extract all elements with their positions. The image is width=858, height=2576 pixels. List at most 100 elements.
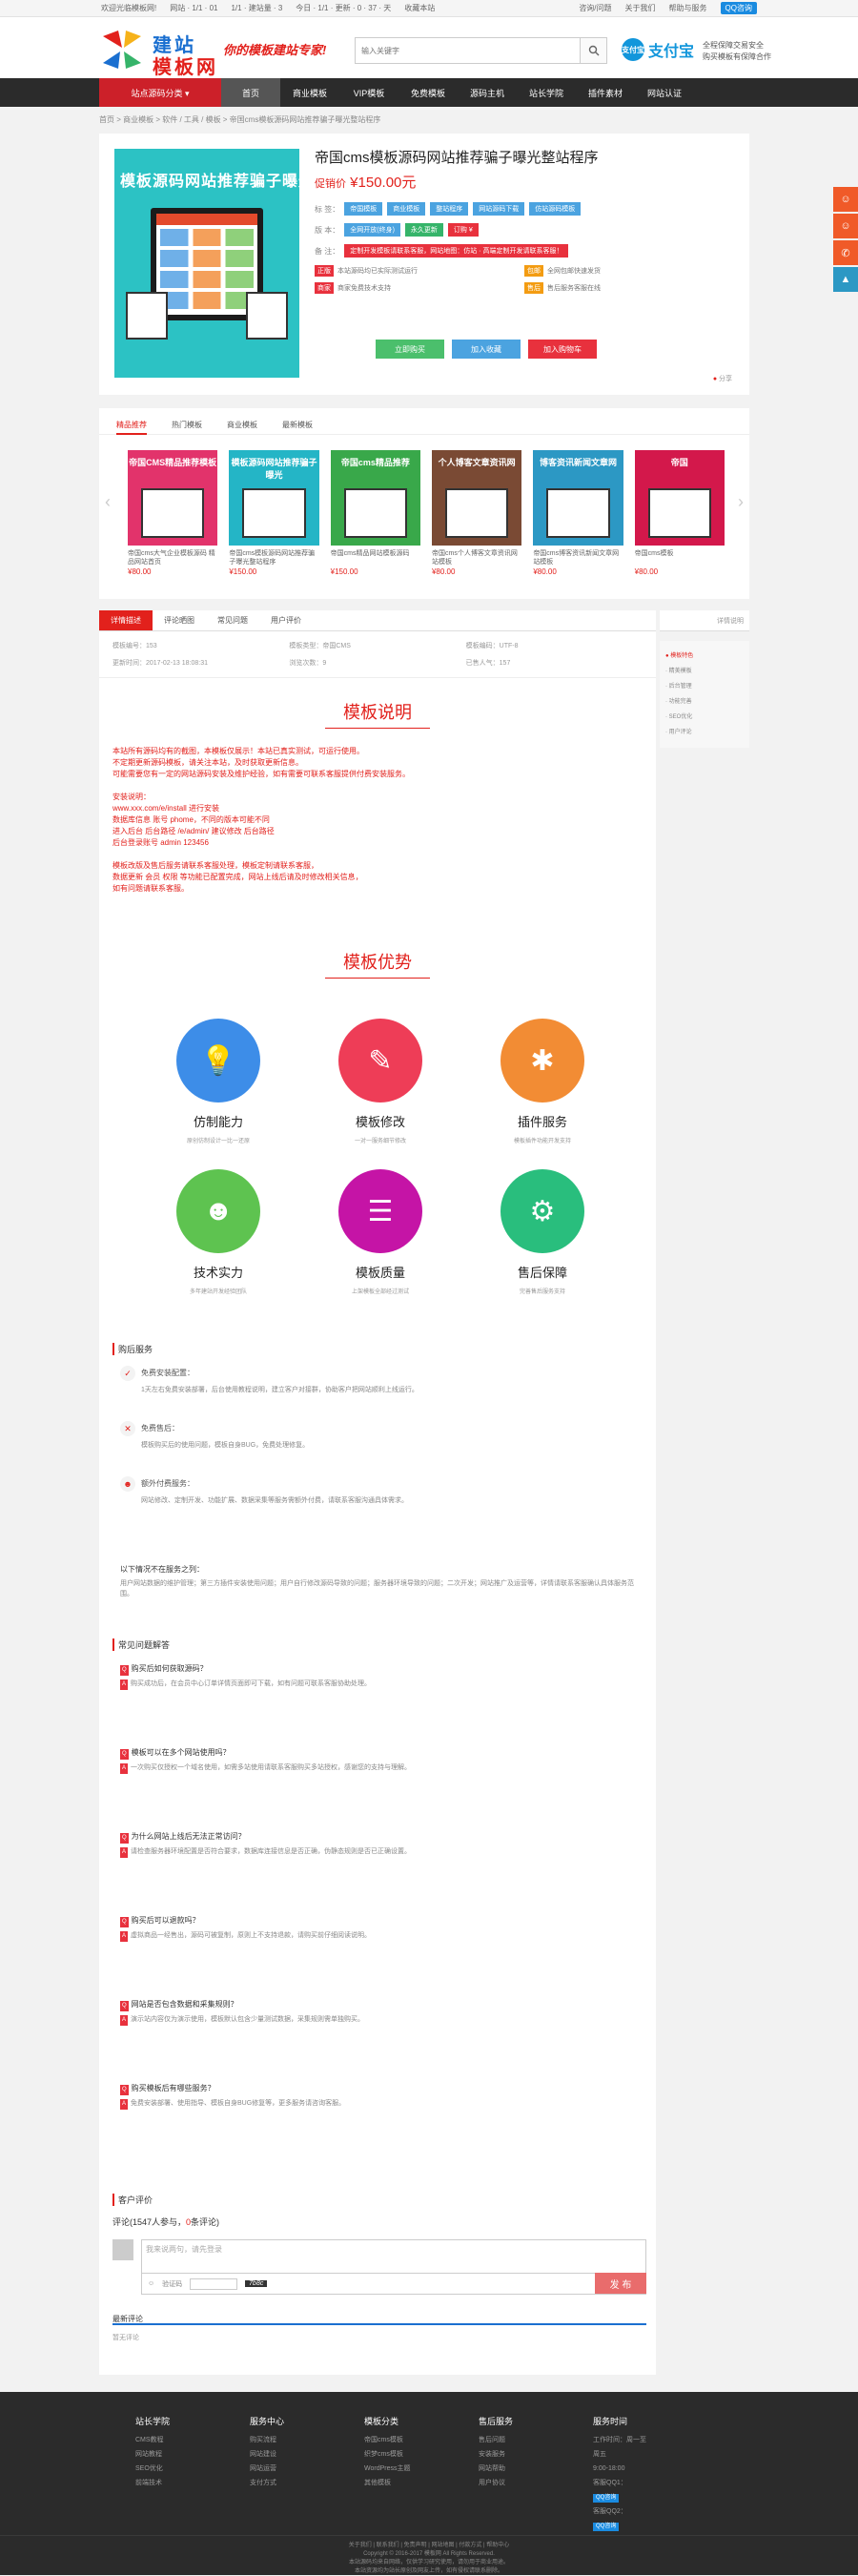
nav-free[interactable]: 免费模板 xyxy=(398,78,458,107)
footer-link[interactable]: CMS教程 xyxy=(135,2433,194,2447)
detail-tab-ratings[interactable]: 用户评价 xyxy=(259,610,313,630)
buy-button[interactable]: 立即购买 xyxy=(376,340,444,359)
nav-certify[interactable]: 网站认证 xyxy=(635,78,694,107)
related-desc[interactable]: 帝国cms模板源码网站推荐骗子曝光整站程序 xyxy=(229,549,318,567)
footer-link[interactable]: WordPress主题 xyxy=(364,2462,423,2476)
tag-3[interactable]: 整站程序 xyxy=(430,202,469,216)
nav-home[interactable]: 首页 xyxy=(221,78,280,107)
version-2[interactable]: 永久更新 xyxy=(404,223,443,237)
related-item[interactable]: 个人博客文章资讯网 帝国cms个人博客文章资讯网站模板 ¥80.00 xyxy=(431,450,522,576)
tag-4[interactable]: 网站源码下载 xyxy=(473,202,525,216)
version-3[interactable]: 订购 ¥ xyxy=(447,223,479,237)
footer-link[interactable]: 客服QQ2： QQ咨询 xyxy=(593,2504,652,2533)
footer-link[interactable]: 工作时间：周一至周五 xyxy=(593,2433,652,2462)
related-desc[interactable]: 帝国cms精品网站模板源码 xyxy=(331,549,420,567)
topbar-link-1[interactable]: 咨询/问题 xyxy=(579,3,611,13)
side-item[interactable]: · 用户评论 xyxy=(665,725,744,740)
nav-categories[interactable]: 站点源码分类 ▾ xyxy=(99,78,221,107)
footer-link[interactable]: 帝国cms模板 xyxy=(364,2433,423,2447)
side-item[interactable]: · 后台管理 xyxy=(665,679,744,694)
related-thumb[interactable]: 帝国cms精品推荐 xyxy=(330,450,420,546)
faq-question[interactable]: Q 购买后如何获取源码？ xyxy=(120,1663,635,1676)
related-thumb[interactable]: 帝国 xyxy=(634,450,725,546)
nav-academy[interactable]: 站长学院 xyxy=(517,78,576,107)
topbar-link-2[interactable]: 关于我们 xyxy=(625,3,656,13)
side-item[interactable]: · SEO优化 xyxy=(665,710,744,725)
nav-plugins[interactable]: 插件素材 xyxy=(576,78,635,107)
favorite-button[interactable]: 加入收藏 xyxy=(452,340,521,359)
detail-tab-faq[interactable]: 常见问题 xyxy=(206,610,259,630)
side-item[interactable]: · 功能完善 xyxy=(665,694,744,710)
footer-link[interactable]: 前端技术 xyxy=(135,2476,194,2490)
related-desc[interactable]: 帝国cms模板 xyxy=(635,549,725,567)
faq-question[interactable]: Q 购买模板后有哪些服务？ xyxy=(120,2083,635,2095)
footer-link[interactable]: 客服QQ1： QQ咨询 xyxy=(593,2476,652,2504)
nav-commercial[interactable]: 商业模板 xyxy=(280,78,339,107)
footer-link[interactable]: 用户协议 xyxy=(479,2476,538,2490)
tag-2[interactable]: 商业模板 xyxy=(387,202,426,216)
footer-link[interactable]: 安装服务 xyxy=(479,2447,538,2462)
search-button[interactable] xyxy=(580,38,606,63)
wechat-float-icon[interactable]: ✆ xyxy=(833,240,858,265)
footer-link[interactable]: 网站教程 xyxy=(135,2447,194,2462)
side-item[interactable]: · 精美模板 xyxy=(665,664,744,679)
footer-link[interactable]: 售后问题 xyxy=(479,2433,538,2447)
detail-tab-desc[interactable]: 详情描述 xyxy=(99,610,153,630)
footer-link[interactable]: 网站运营 xyxy=(250,2462,309,2476)
comment-textarea[interactable]: 我来说两句，请先登录 xyxy=(141,2239,646,2274)
footer-link[interactable]: 织梦cms模板 xyxy=(364,2447,423,2462)
related-item[interactable]: 帝国 帝国cms模板 ¥80.00 xyxy=(634,450,725,576)
search-input[interactable] xyxy=(356,38,580,63)
related-tab-2[interactable]: 热门模板 xyxy=(172,420,202,434)
faq-question[interactable]: Q 购买后可以退款吗？ xyxy=(120,1915,635,1927)
related-tab-1[interactable]: 精品推荐 xyxy=(116,420,147,435)
prev-arrow-icon[interactable]: ‹ xyxy=(105,492,111,512)
related-desc[interactable]: 帝国cms大气企业模板源码 精品网站首页 xyxy=(128,549,217,567)
tag-1[interactable]: 帝国模板 xyxy=(344,202,383,216)
related-item[interactable]: 模板源码网站推荐骗子曝光 帝国cms模板源码网站推荐骗子曝光整站程序 ¥150.00 xyxy=(229,450,319,576)
footer-link[interactable]: 其他模板 xyxy=(364,2476,423,2490)
nav-vip[interactable]: VIP模板 xyxy=(339,78,398,107)
related-item[interactable]: 帝国cms精品推荐 帝国cms精品网站模板源码 ¥150.00 xyxy=(330,450,420,576)
topbar-link-3[interactable]: 帮助与服务 xyxy=(669,3,707,13)
related-thumb[interactable]: 博客资讯新闻文章网 xyxy=(533,450,623,546)
topbar-qq-button[interactable]: QQ咨询 xyxy=(720,2,757,14)
next-arrow-icon[interactable]: › xyxy=(738,492,744,512)
footer-qq-button[interactable]: QQ咨询 xyxy=(593,2523,620,2531)
related-item[interactable]: 博客资讯新闻文章网 帝国cms博客资讯新闻文章网站模板 ¥80.00 xyxy=(533,450,623,576)
nav-hosting[interactable]: 源码主机 xyxy=(458,78,517,107)
related-tab-4[interactable]: 最新模板 xyxy=(282,420,313,434)
qq-float-icon-2[interactable]: ☺ xyxy=(833,214,858,238)
footer-link[interactable]: 9:00-18:00 xyxy=(593,2462,652,2476)
add-cart-button[interactable]: 加入购物车 xyxy=(528,340,597,359)
footer-link[interactable]: 网站建设 xyxy=(250,2447,309,2462)
product-image[interactable]: 模板源码网站推荐骗子曝光 xyxy=(114,149,314,378)
qq-float-icon[interactable]: ☺ xyxy=(833,187,858,212)
related-desc[interactable]: 帝国cms博客资讯新闻文章网站模板 xyxy=(533,549,623,567)
faq-question[interactable]: Q 模板可以在多个网站使用吗？ xyxy=(120,1747,635,1760)
publish-button[interactable]: 发 布 xyxy=(595,2273,646,2294)
related-thumb[interactable]: 模板源码网站推荐骗子曝光 xyxy=(229,450,319,546)
faq-question[interactable]: Q 网站是否包含数据和采集规则？ xyxy=(120,1999,635,2011)
version-1[interactable]: 全网开放(终身) xyxy=(344,223,400,237)
back-to-top-icon[interactable]: ▲ xyxy=(833,267,858,292)
captcha-input[interactable] xyxy=(190,2277,238,2290)
related-desc[interactable]: 帝国cms个人博客文章资讯网站模板 xyxy=(432,549,521,567)
logo-icon[interactable] xyxy=(99,27,145,72)
share-link[interactable]: ● 分享 xyxy=(713,374,732,383)
footer-links[interactable]: 关于我们 | 联系我们 | 免责声明 | 网站地图 | 付款方式 | 帮助中心 xyxy=(0,2542,858,2550)
footer-qq-button[interactable]: QQ咨询 xyxy=(593,2494,620,2503)
footer-link[interactable]: 购买流程 xyxy=(250,2433,309,2447)
related-thumb[interactable]: 帝国CMS精品推荐模板 xyxy=(128,450,218,546)
emoji-icon[interactable]: ☺ xyxy=(148,2280,154,2287)
footer-link[interactable]: 支付方式 xyxy=(250,2476,309,2490)
related-item[interactable]: 帝国CMS精品推荐模板 帝国cms大气企业模板源码 精品网站首页 ¥80.00 xyxy=(128,450,218,576)
related-thumb[interactable]: 个人博客文章资讯网 xyxy=(431,450,522,546)
footer-link[interactable]: 网站帮助 xyxy=(479,2462,538,2476)
detail-tab-reviews[interactable]: 评论晒图 xyxy=(153,610,206,630)
tag-5[interactable]: 仿站源码模板 xyxy=(529,202,582,216)
footer-link[interactable]: SEO优化 xyxy=(135,2462,194,2476)
faq-question[interactable]: Q 为什么网站上线后无法正常访问？ xyxy=(120,1831,635,1844)
related-tab-3[interactable]: 商业模板 xyxy=(227,420,257,434)
captcha-image[interactable]: 7b8c xyxy=(245,2280,268,2287)
